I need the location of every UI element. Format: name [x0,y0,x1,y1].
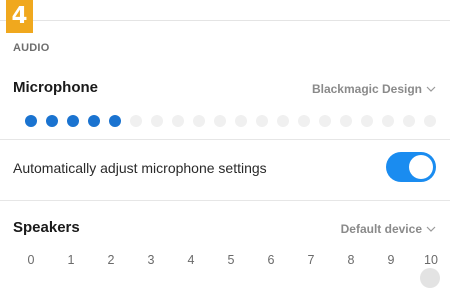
volume-scale-label: 2 [107,253,115,267]
speaker-volume-slider-thumb[interactable] [420,268,440,288]
speakers-device-label: Default device [340,222,422,236]
auto-adjust-toggle[interactable] [386,152,436,182]
level-dot-inactive [214,115,226,127]
level-dot-active [25,115,37,127]
microphone-level-meter [25,115,436,127]
volume-scale-label: 4 [187,253,195,267]
volume-scale-label: 6 [267,253,275,267]
level-dot-inactive [193,115,205,127]
level-dot-inactive [319,115,331,127]
volume-scale-label: 7 [307,253,315,267]
level-dot-inactive [235,115,247,127]
microphone-device-select[interactable]: Blackmagic Design [312,82,436,96]
top-divider [0,20,450,21]
level-dot-inactive [151,115,163,127]
toggle-knob [409,155,433,179]
microphone-device-label: Blackmagic Design [311,82,422,96]
volume-scale-label: 5 [227,253,235,267]
volume-scale-label: 9 [387,253,395,267]
level-dot-inactive [172,115,184,127]
level-dot-inactive [340,115,352,127]
section-label-audio: AUDIO [13,42,50,54]
speakers-device-select[interactable]: Default device [341,222,436,236]
divider [0,200,450,201]
volume-scale-label: 3 [147,253,155,267]
auto-adjust-label: Automatically adjust microphone settings [13,160,267,176]
level-dot-inactive [130,115,142,127]
chevron-down-icon [426,226,436,232]
level-dot-active [67,115,79,127]
volume-scale-label: 10 [424,253,438,267]
level-dot-inactive [298,115,310,127]
divider [0,139,450,140]
level-dot-inactive [256,115,268,127]
chevron-down-icon [426,86,436,92]
level-dot-active [88,115,100,127]
microphone-title: Microphone [13,79,98,96]
level-dot-inactive [361,115,373,127]
level-dot-inactive [382,115,394,127]
level-dot-inactive [277,115,289,127]
volume-scale-label: 8 [347,253,355,267]
level-dot-active [109,115,121,127]
volume-scale-label: 0 [27,253,35,267]
speaker-volume-scale: 0 1 2 3 4 5 6 7 8 9 10 [0,253,450,273]
step-number-badge: 4 [6,0,33,33]
speakers-title: Speakers [13,219,80,236]
level-dot-active [46,115,58,127]
volume-scale-label: 1 [67,253,75,267]
level-dot-inactive [424,115,436,127]
level-dot-inactive [403,115,415,127]
